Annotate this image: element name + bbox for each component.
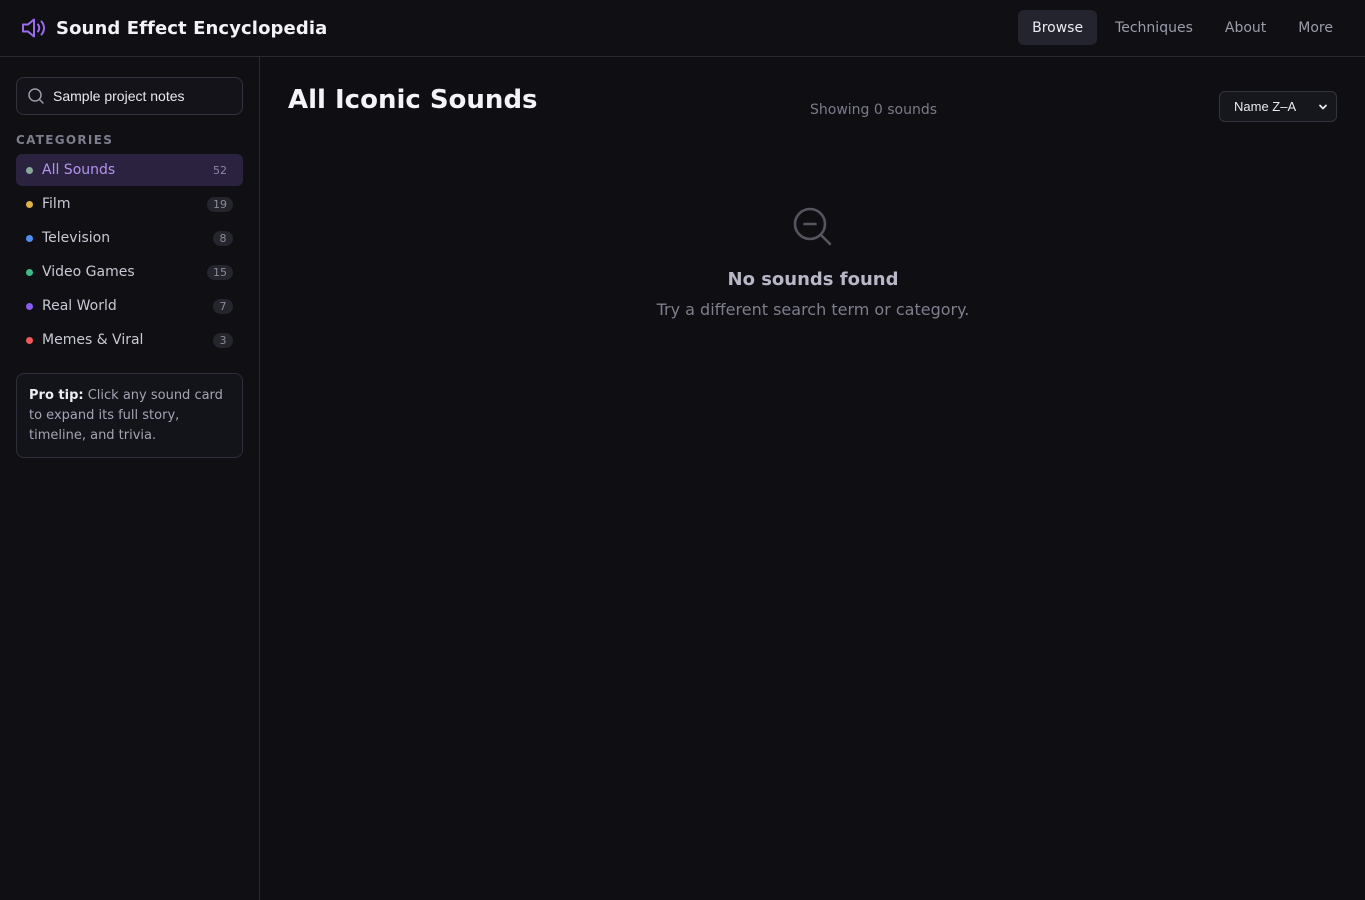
pro-tip-label: Pro tip: (29, 388, 84, 403)
pro-tip-box: Pro tip: Click any sound card to expand … (16, 373, 243, 458)
search-icon (27, 87, 45, 105)
empty-state: No sounds found Try a different search t… (261, 205, 1365, 319)
sort-selected-value: Name Z–A (1234, 99, 1297, 114)
nav-more[interactable]: More (1284, 10, 1347, 45)
speaker-icon (20, 14, 48, 42)
category-count: 8 (213, 230, 233, 246)
nav-browse[interactable]: Browse (1018, 10, 1098, 45)
category-film[interactable]: Film 19 (16, 188, 243, 220)
category-count: 19 (207, 196, 233, 212)
main-content: All Iconic Sounds Showing 0 sounds Name … (261, 57, 1365, 900)
category-dot (26, 234, 33, 242)
category-video-games[interactable]: Video Games 15 (16, 256, 243, 288)
search-box[interactable] (16, 77, 243, 115)
category-label: Video Games (42, 264, 135, 280)
categories-heading: CATEGORIES (16, 133, 114, 147)
category-count: 7 (213, 298, 233, 314)
category-label: Television (42, 230, 111, 246)
category-all-sounds[interactable]: All Sounds 52 (16, 154, 243, 186)
category-dot (26, 336, 33, 344)
chevron-down-icon (1318, 97, 1328, 116)
main-nav: Browse Techniques About More (1014, 10, 1347, 45)
category-count: 3 (213, 332, 233, 348)
category-list: All Sounds 52 Film 19 Television 8 Video… (16, 154, 243, 358)
app-title: Sound Effect Encyclopedia (56, 17, 328, 39)
sidebar: CATEGORIES All Sounds 52 Film 19 Televis… (0, 57, 260, 900)
search-input[interactable] (53, 78, 242, 114)
category-label: Real World (42, 298, 117, 314)
category-count: 15 (207, 264, 233, 280)
category-dot (26, 200, 33, 208)
nav-techniques[interactable]: Techniques (1101, 10, 1207, 45)
category-memes-viral[interactable]: Memes & Viral 3 (16, 324, 243, 356)
category-label: All Sounds (42, 162, 116, 178)
result-count: Showing 0 sounds (810, 102, 938, 118)
search-minus-icon (793, 207, 832, 246)
category-label: Memes & Viral (42, 332, 144, 348)
top-navigation-bar: Sound Effect Encyclopedia Browse Techniq… (0, 0, 1365, 57)
category-dot (26, 302, 33, 310)
category-real-world[interactable]: Real World 7 (16, 290, 243, 322)
category-label: Film (42, 196, 71, 212)
page-title: All Iconic Sounds (288, 85, 538, 115)
brand[interactable]: Sound Effect Encyclopedia (20, 14, 327, 42)
category-dot (26, 166, 33, 174)
empty-state-title: No sounds found (727, 269, 899, 290)
nav-about[interactable]: About (1211, 10, 1280, 45)
category-count: 52 (213, 163, 227, 177)
category-television[interactable]: Television 8 (16, 222, 243, 254)
sort-select[interactable]: Name Z–A (1219, 91, 1337, 122)
category-dot (26, 268, 33, 276)
empty-state-subtitle: Try a different search term or category. (656, 300, 970, 319)
